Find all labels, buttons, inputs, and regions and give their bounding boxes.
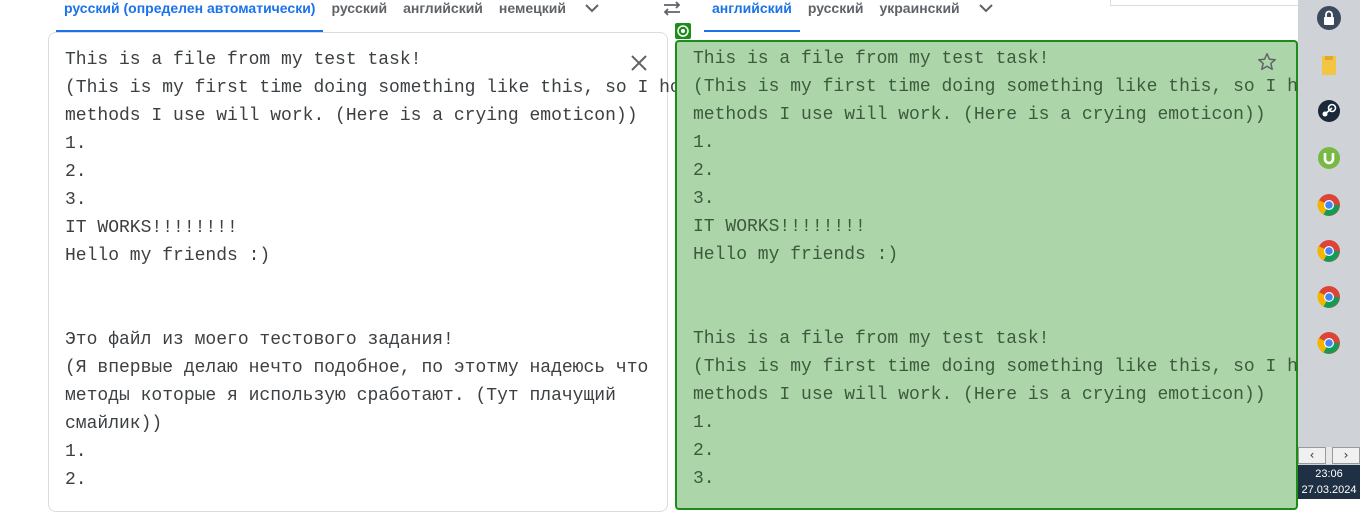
chrome-icon[interactable] <box>1316 238 1342 264</box>
highlight-marker-icon <box>675 23 691 39</box>
target-lang-tab-english[interactable]: английский <box>704 0 800 32</box>
source-text-panel[interactable]: This is a file from my test task! (This … <box>48 32 800 512</box>
translation-output-panel: This is a file from my test task! (This … <box>675 40 1360 510</box>
translation-text: This is a file from my test task! (This … <box>693 49 1360 489</box>
clock-time: 23:06 <box>1315 468 1343 480</box>
source-lang-tab-russian[interactable]: русский <box>323 0 395 30</box>
top-right-frame <box>1110 0 1298 6</box>
taskbar-scroll-controls: ‹ › <box>1298 447 1360 464</box>
source-language-bar: русский (определен автоматически) русски… <box>56 0 604 32</box>
chrome-icon[interactable] <box>1316 192 1342 218</box>
lock-icon[interactable] <box>1316 5 1342 31</box>
system-taskbar <box>1298 0 1360 499</box>
target-language-bar: английский русский украинский <box>704 0 998 32</box>
source-lang-tab-english[interactable]: английский <box>395 0 491 30</box>
target-lang-tab-ukrainian[interactable]: украинский <box>871 0 967 30</box>
folder-icon[interactable] <box>1316 52 1342 78</box>
chrome-icon[interactable] <box>1316 284 1342 310</box>
star-icon[interactable] <box>1256 51 1278 73</box>
chevron-down-icon[interactable] <box>974 0 998 18</box>
source-lang-tab-detected[interactable]: русский (определен автоматически) <box>56 0 324 32</box>
system-clock[interactable]: 23:06 27.03.2024 <box>1298 465 1360 499</box>
chevron-down-icon[interactable] <box>580 0 604 18</box>
utorrent-icon[interactable] <box>1316 145 1342 171</box>
swap-languages-icon[interactable] <box>660 0 684 18</box>
scroll-right-button[interactable]: › <box>1332 447 1360 464</box>
scroll-left-button[interactable]: ‹ <box>1298 447 1326 464</box>
target-lang-tab-russian[interactable]: русский <box>800 0 872 30</box>
source-lang-tab-german[interactable]: немецкий <box>491 0 574 30</box>
clock-date: 27.03.2024 <box>1301 484 1357 496</box>
steam-icon[interactable] <box>1316 98 1342 124</box>
close-icon[interactable] <box>629 53 649 73</box>
chrome-icon[interactable] <box>1316 330 1342 356</box>
